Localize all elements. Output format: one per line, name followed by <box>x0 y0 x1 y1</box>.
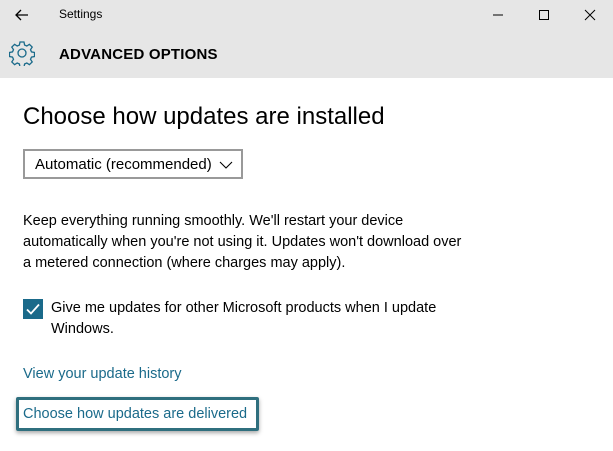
update-history-link[interactable]: View your update history <box>23 365 182 383</box>
window-title: Settings <box>59 7 103 21</box>
back-arrow-icon <box>15 9 28 21</box>
microsoft-products-checkbox[interactable] <box>23 299 43 319</box>
chevron-down-icon <box>219 161 233 169</box>
microsoft-products-label: Give me updates for other Microsoft prod… <box>51 300 437 337</box>
maximize-icon <box>539 10 549 20</box>
close-button[interactable] <box>567 0 613 30</box>
minimize-icon <box>493 14 503 16</box>
checkmark-icon <box>26 303 40 315</box>
back-button[interactable] <box>9 3 35 27</box>
page-title: ADVANCED OPTIONS <box>59 46 218 63</box>
gear-icon <box>9 41 35 66</box>
delivery-link-focus-ring[interactable]: Choose how updates are delivered <box>16 397 259 431</box>
section-heading: Choose how updates are installed <box>23 103 385 130</box>
minimize-button[interactable] <box>475 0 521 30</box>
install-mode-value: Automatic (recommended) <box>35 156 212 173</box>
settings-window: Settings ADVANCED OPTIONS Choose how upd… <box>0 0 613 451</box>
page-header: ADVANCED OPTIONS <box>0 30 613 78</box>
install-mode-dropdown[interactable]: Automatic (recommended) <box>23 149 243 179</box>
title-bar: Settings <box>0 0 613 30</box>
window-chrome: Settings ADVANCED OPTIONS <box>0 0 613 78</box>
update-delivery-link[interactable]: Choose how updates are delivered <box>23 405 247 423</box>
install-mode-description: Keep everything running smoothly. We'll … <box>23 213 462 271</box>
close-icon <box>584 9 596 21</box>
maximize-button[interactable] <box>521 0 567 30</box>
main-content: Choose how updates are installed Automat… <box>0 78 613 451</box>
